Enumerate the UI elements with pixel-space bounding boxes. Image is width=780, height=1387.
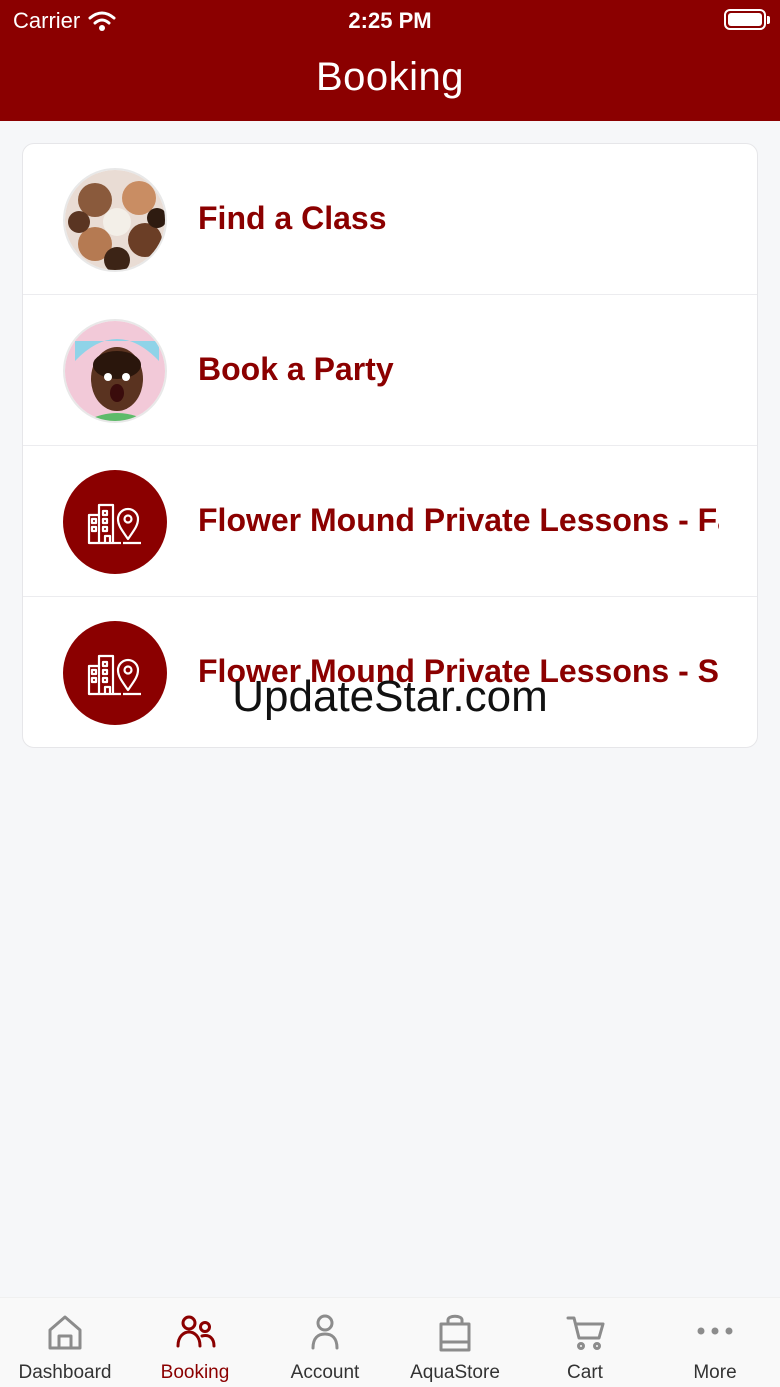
tab-cart-label: Cart [567, 1362, 603, 1383]
book-a-party-label: Book a Party [198, 351, 394, 387]
tab-more[interactable]: More [650, 1298, 780, 1387]
tab-more-label: More [693, 1362, 737, 1383]
booking-options-list: Find a Class Book a Party Flower Mound P… [22, 143, 758, 748]
find-a-class-label: Find a Class [198, 200, 387, 236]
list-item-find-a-class[interactable]: Find a Class [23, 144, 757, 295]
cart-icon [566, 1316, 605, 1350]
app-header: Carrier 2:25 PM Booking [0, 0, 780, 121]
building-location-icon [63, 470, 167, 574]
list-item-private-lessons-1[interactable]: Flower Mound Private Lessons - Fa [23, 446, 757, 597]
page-title: Booking [315, 55, 465, 99]
tab-booking[interactable]: Booking [130, 1298, 260, 1387]
person-icon [311, 1314, 339, 1350]
people-icon [176, 1315, 216, 1348]
list-item-private-lessons-2[interactable]: Flower Mound Private Lessons - S [23, 597, 757, 747]
class-photo [63, 168, 167, 272]
status-bar: Carrier 2:25 PM [0, 0, 780, 40]
party-photo [63, 319, 167, 423]
private-lessons-1-label: Flower Mound Private Lessons - Fa [198, 502, 719, 538]
shopping-bag-icon [439, 1314, 471, 1352]
list-item-book-a-party[interactable]: Book a Party [23, 295, 757, 446]
more-dots-icon [697, 1327, 733, 1335]
tab-booking-label: Booking [160, 1362, 230, 1383]
tab-cart[interactable]: Cart [520, 1298, 650, 1387]
tab-aquastore-label: AquaStore [410, 1362, 500, 1383]
private-lessons-2-label: Flower Mound Private Lessons - S [198, 653, 719, 689]
home-icon [48, 1315, 82, 1350]
building-location-icon [63, 621, 167, 725]
status-time: 2:25 PM [348, 8, 432, 33]
tab-account[interactable]: Account [260, 1298, 390, 1387]
tab-account-label: Account [290, 1362, 360, 1383]
battery-icon [724, 9, 770, 30]
tab-aquastore[interactable]: AquaStore [390, 1298, 520, 1387]
tab-dashboard[interactable]: Dashboard [0, 1298, 130, 1387]
tab-dashboard-label: Dashboard [18, 1362, 112, 1383]
bottom-tab-bar: Dashboard Booking Account AquaStore Cart… [0, 1297, 780, 1387]
